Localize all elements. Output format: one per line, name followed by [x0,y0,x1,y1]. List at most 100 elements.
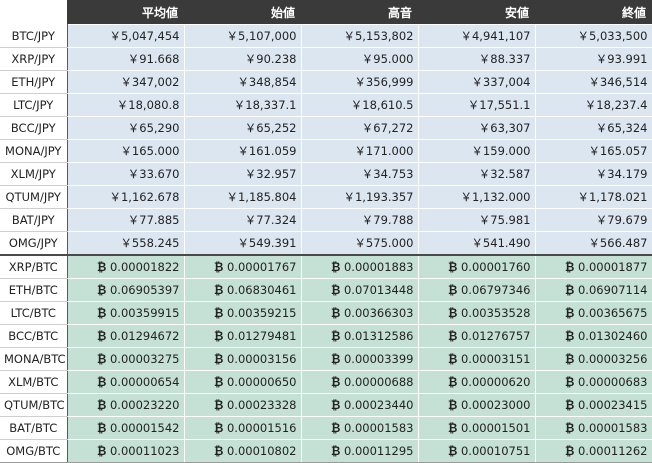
bitcoin-sign-icon: ₿ [213,421,224,435]
cell-value: 0.00000650 [226,375,297,389]
table-row: LTC/BTC ₿ 0.00359915 ₿ 0.00359215 ₿ 0.00366… [0,301,652,325]
cell-value: 0.01302460 [577,329,648,343]
cell-average: ￥65,290 [67,116,185,140]
bitcoin-sign-icon: ₿ [564,398,575,412]
cell-high: ￥5,153,802 [301,24,419,48]
cell-open: ￥77.324 [184,208,302,232]
cell-open: ￥90.238 [184,47,302,71]
cell-high: ₿ 0.07013448 [301,278,419,302]
cell-value: 0.01276757 [460,329,531,343]
header-open: 始値 [184,0,301,25]
cell-value: 0.00001583 [577,421,648,435]
bitcoin-sign-icon: ₿ [447,352,458,366]
bitcoin-sign-icon: ₿ [447,283,458,297]
table-header: 平均値 始値 高音 安値 終値 [0,0,652,25]
cell-open: ￥5,107,000 [184,24,302,48]
bitcoin-sign-icon: ₿ [96,352,107,366]
cell-close: ₿ 0.01302460 [535,324,652,348]
cell-open: ￥161.059 [184,139,302,163]
cell-open: ₿ 0.00023328 [184,393,302,417]
cell-high: ￥95.000 [301,47,419,71]
cell-value: 0.00353528 [460,306,531,320]
cell-close: ₿ 0.00003256 [535,347,652,371]
cell-open: ₿ 0.00010802 [184,439,302,463]
table-row: BTC/JPY ￥5,047,454 ￥5,107,000 ￥5,153,802 ￥4,… [0,24,652,48]
cell-close: ￥93.991 [535,47,652,71]
cell-high: ₿ 0.00000688 [301,370,419,394]
bitcoin-sign-icon: ₿ [96,444,107,458]
cell-high: ₿ 0.00011295 [301,439,419,463]
bitcoin-sign-icon: ₿ [564,444,575,458]
cell-high: ₿ 0.00001583 [301,416,419,440]
cell-low: ₿ 0.00023000 [418,393,536,417]
bitcoin-sign-icon: ₿ [447,306,458,320]
cell-value: 0.00023000 [460,398,531,412]
bitcoin-sign-icon: ₿ [96,421,107,435]
cell-average: ￥5,047,454 [67,24,185,48]
cell-value: 0.00011295 [343,444,414,458]
table-row: XLM/JPY ￥33.670 ￥32.957 ￥34.753 ￥32.587 ￥34.1… [0,162,652,186]
cell-average: ￥1,162.678 [67,185,185,209]
cell-average: ₿ 0.00001542 [67,416,185,440]
bitcoin-sign-icon: ₿ [447,375,458,389]
cell-close: ￥18,237.4 [535,93,652,117]
bitcoin-sign-icon: ₿ [96,329,107,343]
pair-label: BTC/JPY [0,24,68,48]
cell-high: ￥356,999 [301,70,419,94]
bitcoin-sign-icon: ₿ [330,375,341,389]
cell-low: ₿ 0.00010751 [418,439,536,463]
cell-value: 0.00001822 [109,260,180,274]
pair-label: ETH/JPY [0,70,68,94]
cell-low: ￥17,551.1 [418,93,536,117]
cell-open: ₿ 0.00000650 [184,370,302,394]
cell-close: ₿ 0.00365675 [535,301,652,325]
pair-label: OMG/BTC [0,439,68,463]
cell-average: ￥347,002 [67,70,185,94]
pair-label: ETH/BTC [0,278,68,302]
pair-label: XRP/JPY [0,47,68,71]
cell-open: ￥18,337.1 [184,93,302,117]
pair-label: BAT/BTC [0,416,68,440]
table-body: BTC/JPY ￥5,047,454 ￥5,107,000 ￥5,153,802 ￥4,… [0,24,652,463]
cell-low: ￥88.337 [418,47,536,71]
pair-label: XLM/BTC [0,370,68,394]
cell-value: 0.00023220 [109,398,180,412]
cell-value: 0.06905397 [109,283,180,297]
cell-value: 0.01312586 [343,329,414,343]
table-row: QTUM/JPY ￥1,162.678 ￥1,185.804 ￥1,193.357 ￥1… [0,185,652,209]
header-low: 安値 [418,0,535,25]
cell-average: ₿ 0.00359915 [67,301,185,325]
bitcoin-sign-icon: ₿ [447,444,458,458]
bitcoin-sign-icon: ₿ [213,283,224,297]
bitcoin-sign-icon: ₿ [447,260,458,274]
cell-value: 0.00001583 [343,421,414,435]
cell-value: 0.00000688 [343,375,414,389]
cell-value: 0.06797346 [460,283,531,297]
cell-open: ￥32.957 [184,162,302,186]
table-row: OMG/BTC ₿ 0.00011023 ₿ 0.00010802 ₿ 0.00011… [0,439,652,463]
bitcoin-sign-icon: ₿ [96,398,107,412]
pair-label: XRP/BTC [0,254,68,279]
cell-close: ￥1,178.021 [535,185,652,209]
header-corner [0,0,67,25]
cell-value: 0.00023440 [343,398,414,412]
bitcoin-sign-icon: ₿ [213,375,224,389]
cell-value: 0.00001883 [343,260,414,274]
cell-high: ￥171.000 [301,139,419,163]
price-table: 平均値 始値 高音 安値 終値 BTC/JPY ￥5,047,454 ￥5,107,… [0,0,652,463]
cell-average: ₿ 0.00003275 [67,347,185,371]
cell-open: ₿ 0.00001767 [184,254,302,279]
bitcoin-sign-icon: ₿ [213,260,224,274]
cell-open: ₿ 0.06830461 [184,278,302,302]
cell-low: ₿ 0.00001501 [418,416,536,440]
cell-value: 0.00011023 [109,444,180,458]
cell-value: 0.07013448 [343,283,414,297]
cell-open: ₿ 0.00359215 [184,301,302,325]
cell-high: ￥575.000 [301,231,419,256]
cell-value: 0.00001760 [460,260,531,274]
pair-label: LTC/JPY [0,93,68,117]
cell-close: ￥5,033,500 [535,24,652,48]
bitcoin-sign-icon: ₿ [330,352,341,366]
bitcoin-sign-icon: ₿ [330,329,341,343]
bitcoin-sign-icon: ₿ [330,260,341,274]
